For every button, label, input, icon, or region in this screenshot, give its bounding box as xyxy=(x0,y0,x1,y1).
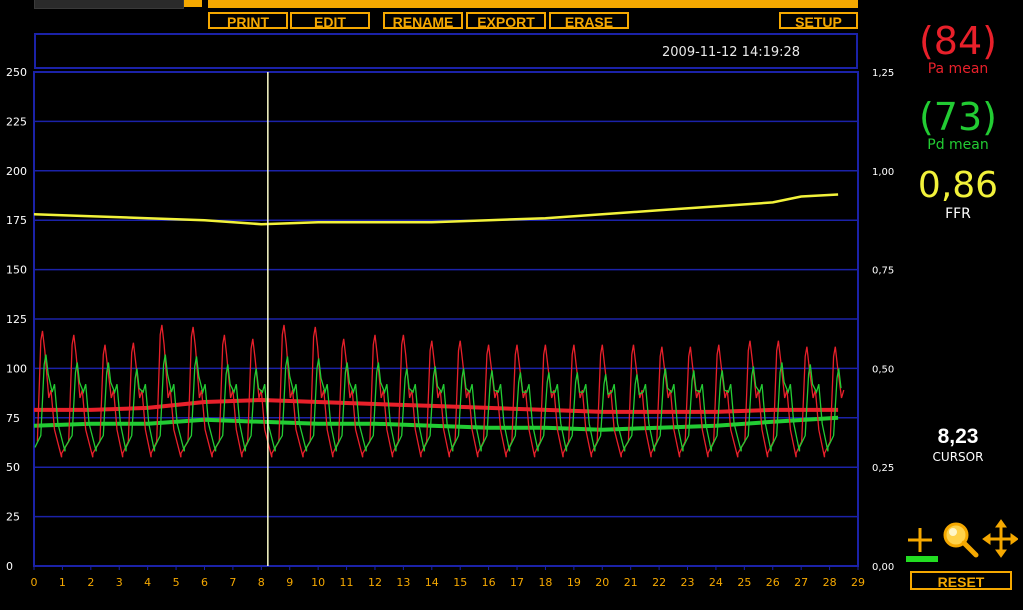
x-tick-label: 7 xyxy=(229,576,236,589)
x-tick-label: 28 xyxy=(823,576,837,589)
x-tick-label: 21 xyxy=(624,576,638,589)
cursor-value: 8,23 xyxy=(937,425,979,448)
magnifier-icon[interactable] xyxy=(943,522,979,558)
x-tick-label: 5 xyxy=(173,576,180,589)
x-tick-label: 9 xyxy=(286,576,293,589)
y-left-tick-label: 50 xyxy=(6,461,20,474)
x-tick-label: 19 xyxy=(567,576,581,589)
x-tick-label: 14 xyxy=(425,576,439,589)
x-tick-label: 24 xyxy=(709,576,723,589)
x-tick-label: 17 xyxy=(510,576,524,589)
x-tick-label: 0 xyxy=(31,576,38,589)
y-left-tick-label: 0 xyxy=(6,560,13,573)
x-tick-label: 27 xyxy=(794,576,808,589)
series-pa-mean xyxy=(34,397,839,414)
ffr-value: 0,86 xyxy=(917,165,999,206)
cursor-label: CURSOR xyxy=(932,450,984,464)
x-tick-label: 22 xyxy=(652,576,666,589)
x-tick-label: 16 xyxy=(482,576,496,589)
move-arrows-icon[interactable] xyxy=(982,519,1018,558)
pa-mean-label: Pa mean xyxy=(927,61,989,77)
y-left-tick-label: 200 xyxy=(6,165,27,178)
y-right-tick-label: 0,50 xyxy=(872,364,894,375)
y-right-tick-label: 1,00 xyxy=(872,167,894,178)
x-tick-label: 23 xyxy=(681,576,695,589)
x-tick-label: 1 xyxy=(59,576,66,589)
x-tick-label: 15 xyxy=(453,576,467,589)
pd-mean-value: (73) xyxy=(918,95,997,139)
y-right-tick-label: 1,25 xyxy=(872,68,894,79)
y-left-tick-label: 225 xyxy=(6,115,27,128)
y-left-tick-label: 75 xyxy=(6,412,20,425)
x-tick-label: 10 xyxy=(311,576,325,589)
pressure-chart[interactable]: 25022520017515012510075502501,251,000,75… xyxy=(0,0,1023,610)
y-right-tick-label: 0,75 xyxy=(872,266,894,277)
pa-mean-value: (84) xyxy=(918,19,997,63)
x-tick-label: 20 xyxy=(595,576,609,589)
y-left-tick-label: 125 xyxy=(6,313,27,326)
x-tick-label: 26 xyxy=(766,576,780,589)
ffr-label: FFR xyxy=(945,206,971,222)
x-tick-label: 4 xyxy=(144,576,151,589)
y-right-tick-label: 0,00 xyxy=(872,562,894,573)
x-tick-label: 3 xyxy=(116,576,123,589)
y-right-tick-label: 0,25 xyxy=(872,463,894,474)
x-tick-label: 6 xyxy=(201,576,208,589)
active-tool-indicator xyxy=(906,556,938,562)
x-tick-label: 8 xyxy=(258,576,265,589)
crosshair-icon[interactable] xyxy=(908,528,932,552)
x-tick-label: 29 xyxy=(851,576,865,589)
reset-button[interactable]: RESET xyxy=(910,571,1012,590)
y-left-tick-label: 100 xyxy=(6,362,27,375)
x-tick-label: 18 xyxy=(538,576,552,589)
pd-mean-label: Pd mean xyxy=(927,137,989,153)
x-tick-label: 12 xyxy=(368,576,382,589)
x-tick-label: 25 xyxy=(737,576,751,589)
y-left-tick-label: 150 xyxy=(6,264,27,277)
y-left-tick-label: 25 xyxy=(6,511,20,524)
x-tick-label: 2 xyxy=(87,576,94,589)
x-tick-label: 13 xyxy=(396,576,410,589)
y-left-tick-label: 175 xyxy=(6,214,27,227)
x-tick-label: 11 xyxy=(340,576,354,589)
y-left-tick-label: 250 xyxy=(6,66,27,79)
